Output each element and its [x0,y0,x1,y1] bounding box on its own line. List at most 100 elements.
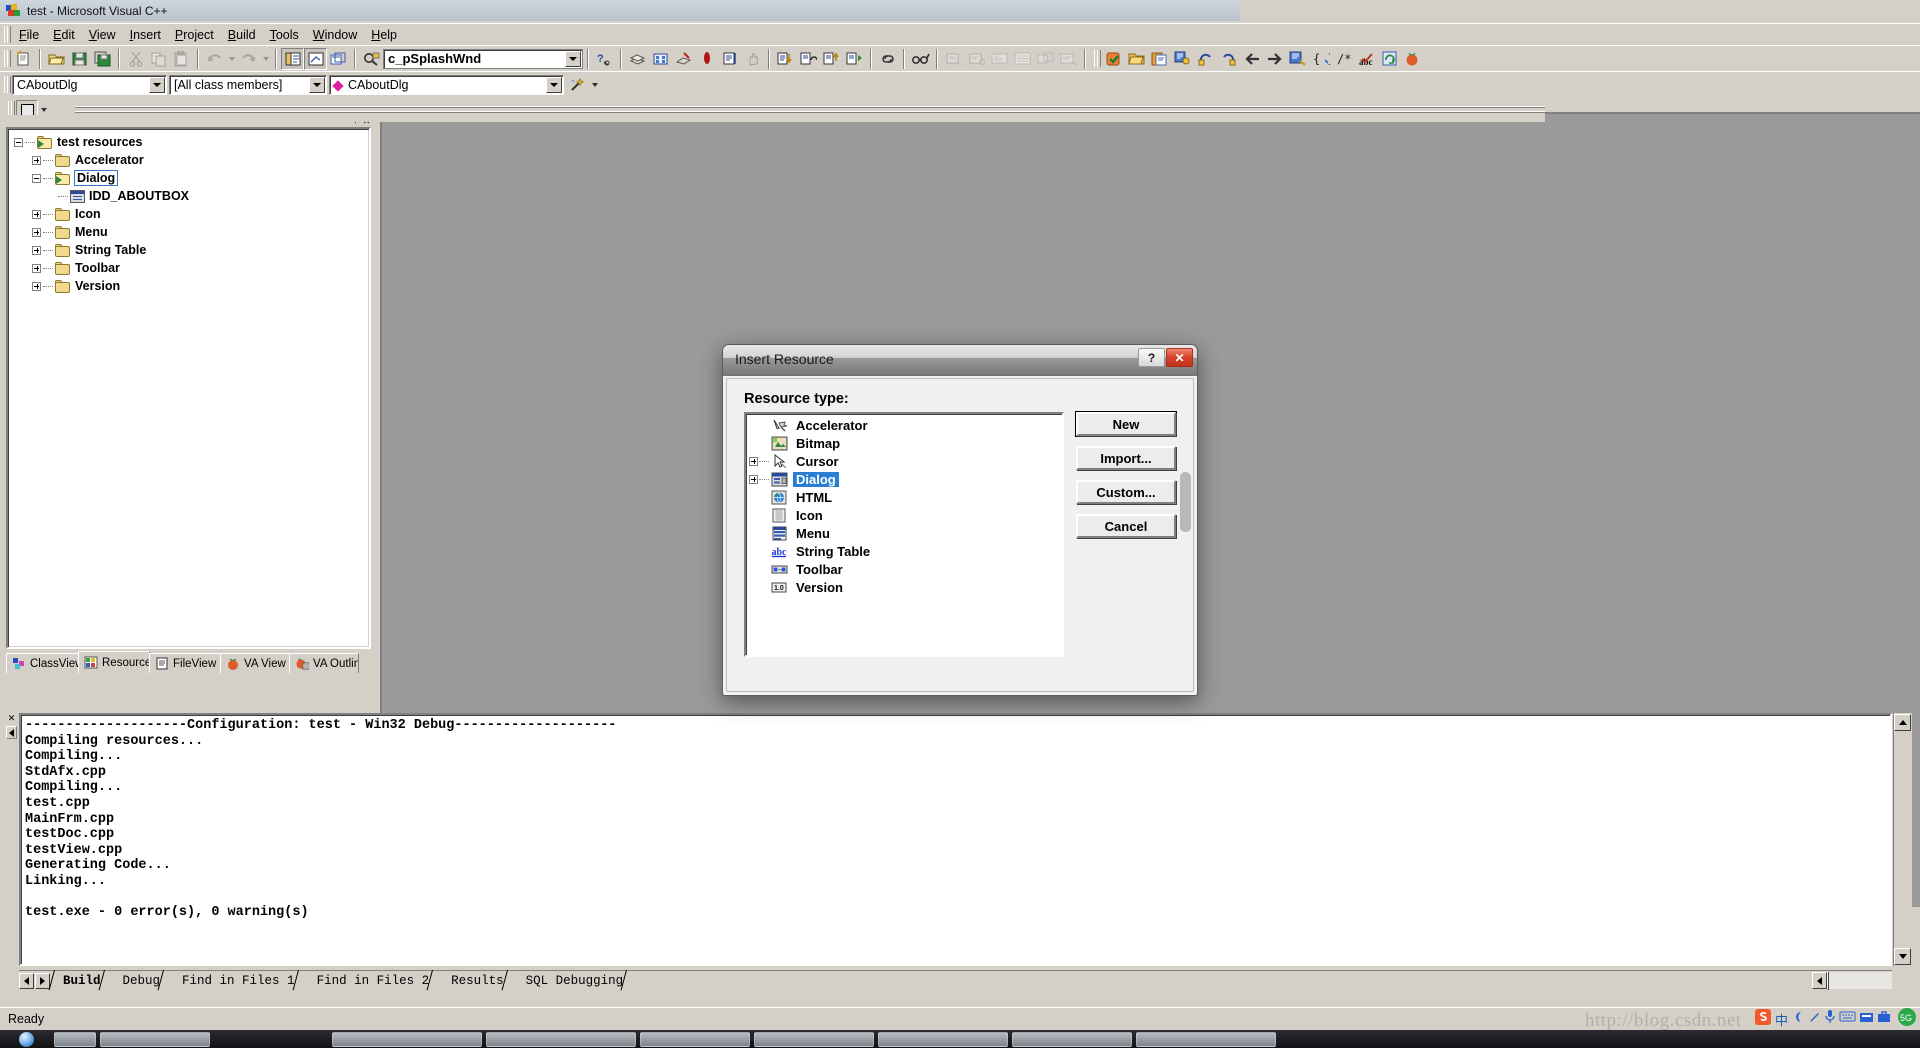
output-tab-results[interactable]: Results [439,971,514,990]
resource-item-toolbar[interactable]: Toolbar [746,560,1062,578]
import-button[interactable]: Import... [1076,446,1176,470]
link-icon[interactable] [876,48,899,70]
output-horizontal-scrollbar[interactable] [1812,971,1892,990]
disassembly-icon[interactable] [1057,48,1080,70]
wizardbar-grip[interactable] [3,75,11,94]
tab-classview[interactable]: ClassView [6,653,79,673]
output-tab-find-in-files-2[interactable]: Find in Files 2 [305,971,440,990]
tab-scroll-left-button[interactable] [19,972,34,989]
chevron-down-icon[interactable] [149,76,165,93]
redo-icon[interactable] [237,48,260,70]
tab-va-outline[interactable]: VA Outline [289,653,359,673]
va-braces-icon[interactable]: { } [1309,48,1332,70]
chevron-down-icon[interactable] [546,76,562,93]
wizardbar-magic-icon[interactable] [566,74,589,96]
menu-insert[interactable]: Insert [123,26,168,44]
resource-item-accelerator[interactable]: Accelerator [746,416,1062,434]
output-tab-build[interactable]: Build [51,971,111,990]
taskbar-item[interactable] [878,1031,1008,1047]
output-vertical-scrollbar[interactable] [1893,713,1912,966]
save-all-icon[interactable] [91,48,114,70]
va-open-icon[interactable] [1125,48,1148,70]
expand-icon[interactable] [749,474,758,484]
system-tray[interactable]: 中 5G [1754,1007,1916,1032]
output-tab-sql-debugging[interactable]: SQL Debugging [514,971,634,990]
wizardbar-toolbar[interactable]: CAboutDlg [All class members] CAboutDlg [0,71,1920,97]
tree-item-string-table[interactable]: String Table [14,241,369,259]
hscroll-left-button[interactable] [1812,972,1827,989]
resource-item-icon[interactable]: Icon [746,506,1062,524]
resource-item-html[interactable]: HTML [746,488,1062,506]
resource-type-list[interactable]: Accelerator Bitmap Cursor Dialog HTML Ic… [744,412,1064,657]
menu-view[interactable]: View [82,26,123,44]
pen-icon[interactable] [1808,1010,1821,1029]
wizardbar-dropdown-icon[interactable] [589,74,600,96]
resource-tree[interactable]: test resources Accelerator Dialog IDD_AB… [6,127,371,649]
window-list-icon[interactable] [327,48,350,70]
tab-resource[interactable]: Resource [78,651,150,673]
members-combo[interactable]: [All class members] [169,74,327,95]
tree-item-toolbar[interactable]: Toolbar [14,259,369,277]
menu-edit[interactable]: Edit [46,26,82,44]
dialog-scrollbar[interactable] [1180,412,1191,657]
expand-icon[interactable] [32,281,41,291]
tab-va-view[interactable]: VA View [220,653,290,673]
menu-build[interactable]: Build [221,26,263,44]
sogou-icon[interactable] [1754,1008,1772,1031]
va-back-icon[interactable] [1240,48,1263,70]
va-find-icon[interactable] [1171,48,1194,70]
output-tab-debug[interactable]: Debug [111,971,171,990]
standard-toolbar[interactable]: c_pSplashWnd ? 0x {/* abc [0,45,1920,71]
list-icon[interactable] [1011,48,1034,70]
update-icon[interactable]: 5G [1894,1007,1916,1032]
cut-icon[interactable] [124,48,147,70]
va-comment-icon[interactable]: /* [1332,48,1355,70]
tree-item-idd-aboutbox[interactable]: IDD_ABOUTBOX [14,187,369,205]
close-icon[interactable]: ✕ [6,713,17,724]
taskbar-item[interactable] [640,1031,750,1047]
step-over-icon[interactable] [797,48,820,70]
output-tab-find-in-files-1[interactable]: Find in Files 1 [170,971,305,990]
tree-item-dialog[interactable]: Dialog [14,169,369,187]
resource-item-bitmap[interactable]: Bitmap [746,434,1062,452]
soft-keyboard-icon[interactable] [1859,1010,1874,1029]
taskbar-item[interactable] [54,1031,96,1047]
chevron-down-icon[interactable] [309,76,325,93]
undo-icon[interactable] [203,48,226,70]
close-button[interactable]: ✕ [1166,348,1193,367]
moon-icon[interactable] [1791,1010,1805,1029]
menu-file[interactable]: File [12,26,46,44]
call-stack-icon[interactable] [1034,48,1057,70]
function-combo[interactable]: CAboutDlg [329,74,564,95]
resource-item-menu[interactable]: Menu [746,524,1062,542]
expand-icon[interactable] [32,209,41,219]
help-button[interactable]: ? [1138,348,1165,367]
taskbar-item[interactable] [332,1031,482,1047]
taskbar-item[interactable] [486,1031,636,1047]
keyboard-icon[interactable] [1839,1010,1856,1028]
menu-tools[interactable]: Tools [263,26,306,44]
build-icon[interactable] [649,48,672,70]
custom-button[interactable]: Custom... [1076,480,1176,504]
class-combo[interactable]: CAboutDlg [12,74,167,95]
trace2-icon[interactable] [965,48,988,70]
new-file-icon[interactable] [12,48,35,70]
mic-icon[interactable] [1824,1009,1836,1029]
save-icon[interactable] [68,48,91,70]
compile-icon[interactable] [626,48,649,70]
execute-icon[interactable] [718,48,741,70]
tab-fileview[interactable]: FileView [149,653,221,673]
va-redo-icon[interactable] [1217,48,1240,70]
scroll-up-button[interactable] [1894,714,1911,731]
va-forward-icon[interactable] [1263,48,1286,70]
hex-icon[interactable]: 0x [988,48,1011,70]
taskbar[interactable] [0,1030,1920,1048]
va-paste-icon[interactable] [1148,48,1171,70]
menu-project[interactable]: Project [168,26,221,44]
resource-item-string-table[interactable]: abc String Table [746,542,1062,560]
toolbox-icon[interactable] [1877,1010,1891,1029]
dialog-buttons[interactable]: New Import... Custom... Cancel [1076,412,1176,548]
output-tabs[interactable]: Build Debug Find in Files 1 Find in File… [19,970,1892,990]
new-button[interactable]: New [1076,412,1176,436]
paste-icon[interactable] [170,48,193,70]
